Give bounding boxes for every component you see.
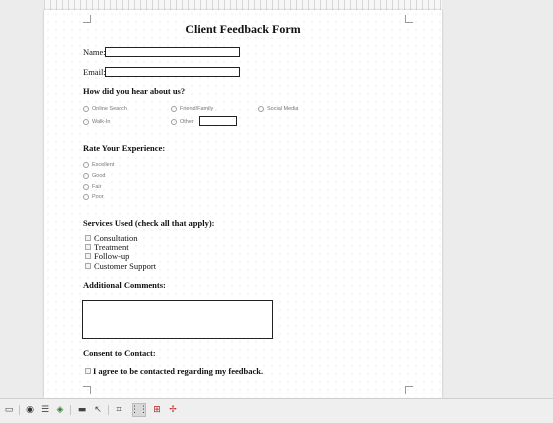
pointer-icon[interactable]: ↖ — [92, 404, 104, 416]
radio-excellent-label: Excellent — [92, 162, 115, 168]
sidebar-toggle-icon[interactable]: ▭ — [3, 404, 15, 416]
radio-online-search-label: Online Search — [92, 106, 127, 112]
radio-fair[interactable] — [83, 184, 89, 190]
folder-icon[interactable]: ▬ — [76, 404, 88, 416]
grid-icon[interactable]: ⋮⋮ — [130, 403, 148, 417]
radio-poor-label: Poor — [92, 194, 104, 200]
checkbox-follow-up-label: Follow-up — [94, 251, 130, 261]
toolbar-separator — [70, 405, 71, 415]
radio-friend-family-label: Friend/Family — [180, 106, 214, 112]
radio-friend-family[interactable] — [171, 106, 177, 112]
consent-heading: Consent to Contact: — [83, 348, 156, 358]
radio-online-search[interactable] — [83, 106, 89, 112]
comments-textarea[interactable] — [82, 300, 273, 339]
checkbox-consultation[interactable] — [85, 235, 91, 241]
radio-poor[interactable] — [83, 194, 89, 200]
radio-fair-label: Fair — [92, 184, 102, 190]
toolbar-separator — [19, 405, 20, 415]
radio-good[interactable] — [83, 173, 89, 179]
checkbox-treatment[interactable] — [85, 244, 91, 250]
consent-checkbox-label: I agree to be contacted regarding my fee… — [93, 366, 264, 376]
margin-corner-bottom-left — [83, 386, 91, 394]
consent-checkbox[interactable] — [85, 368, 91, 374]
radio-good-label: Good — [92, 173, 106, 179]
hear-heading: How did you hear about us? — [83, 86, 186, 96]
name-label: Name: — [83, 47, 106, 57]
crop-icon[interactable]: ⌗ — [113, 404, 125, 416]
experience-heading: Rate Your Experience: — [83, 143, 166, 153]
form-title: Client Feedback Form — [185, 22, 301, 36]
radio-social-media[interactable] — [258, 106, 264, 112]
snap-grid-icon[interactable]: ⊞ — [151, 404, 163, 416]
radio-excellent[interactable] — [83, 162, 89, 168]
name-field[interactable] — [105, 47, 240, 57]
radio-other-label: Other — [180, 119, 194, 125]
margin-corner-bottom-right — [405, 386, 413, 394]
comments-heading: Additional Comments: — [83, 280, 166, 290]
toolbar-separator — [108, 405, 109, 415]
bottom-toolbar: ▭ ◉ ☰ ◈ ▬ ↖ ⌗ ⋮⋮ ⊞ ✢ — [0, 398, 553, 423]
other-source-field[interactable] — [199, 116, 237, 126]
checkbox-customer-support[interactable] — [85, 263, 91, 269]
email-label: Email: — [83, 67, 106, 77]
checkbox-customer-support-label: Customer Support — [94, 261, 157, 271]
document-page[interactable]: Client Feedback Form Name: Email: How di… — [44, 10, 442, 398]
guides-icon[interactable]: ✢ — [167, 404, 179, 416]
list-icon[interactable]: ☰ — [39, 404, 51, 416]
shapes-icon[interactable]: ◈ — [54, 404, 66, 416]
radio-other[interactable] — [171, 119, 177, 125]
radio-walk-in-label: Walk-In — [92, 119, 111, 125]
services-heading: Services Used (check all that apply): — [83, 218, 215, 228]
radio-social-media-label: Social Media — [267, 106, 299, 112]
document-workspace: Client Feedback Form Name: Email: How di… — [0, 0, 553, 398]
ruler-ticks — [44, 0, 442, 10]
radio-walk-in[interactable] — [83, 119, 89, 125]
camera-icon[interactable]: ◉ — [24, 404, 36, 416]
checkbox-follow-up[interactable] — [85, 253, 91, 259]
email-field[interactable] — [105, 67, 240, 77]
